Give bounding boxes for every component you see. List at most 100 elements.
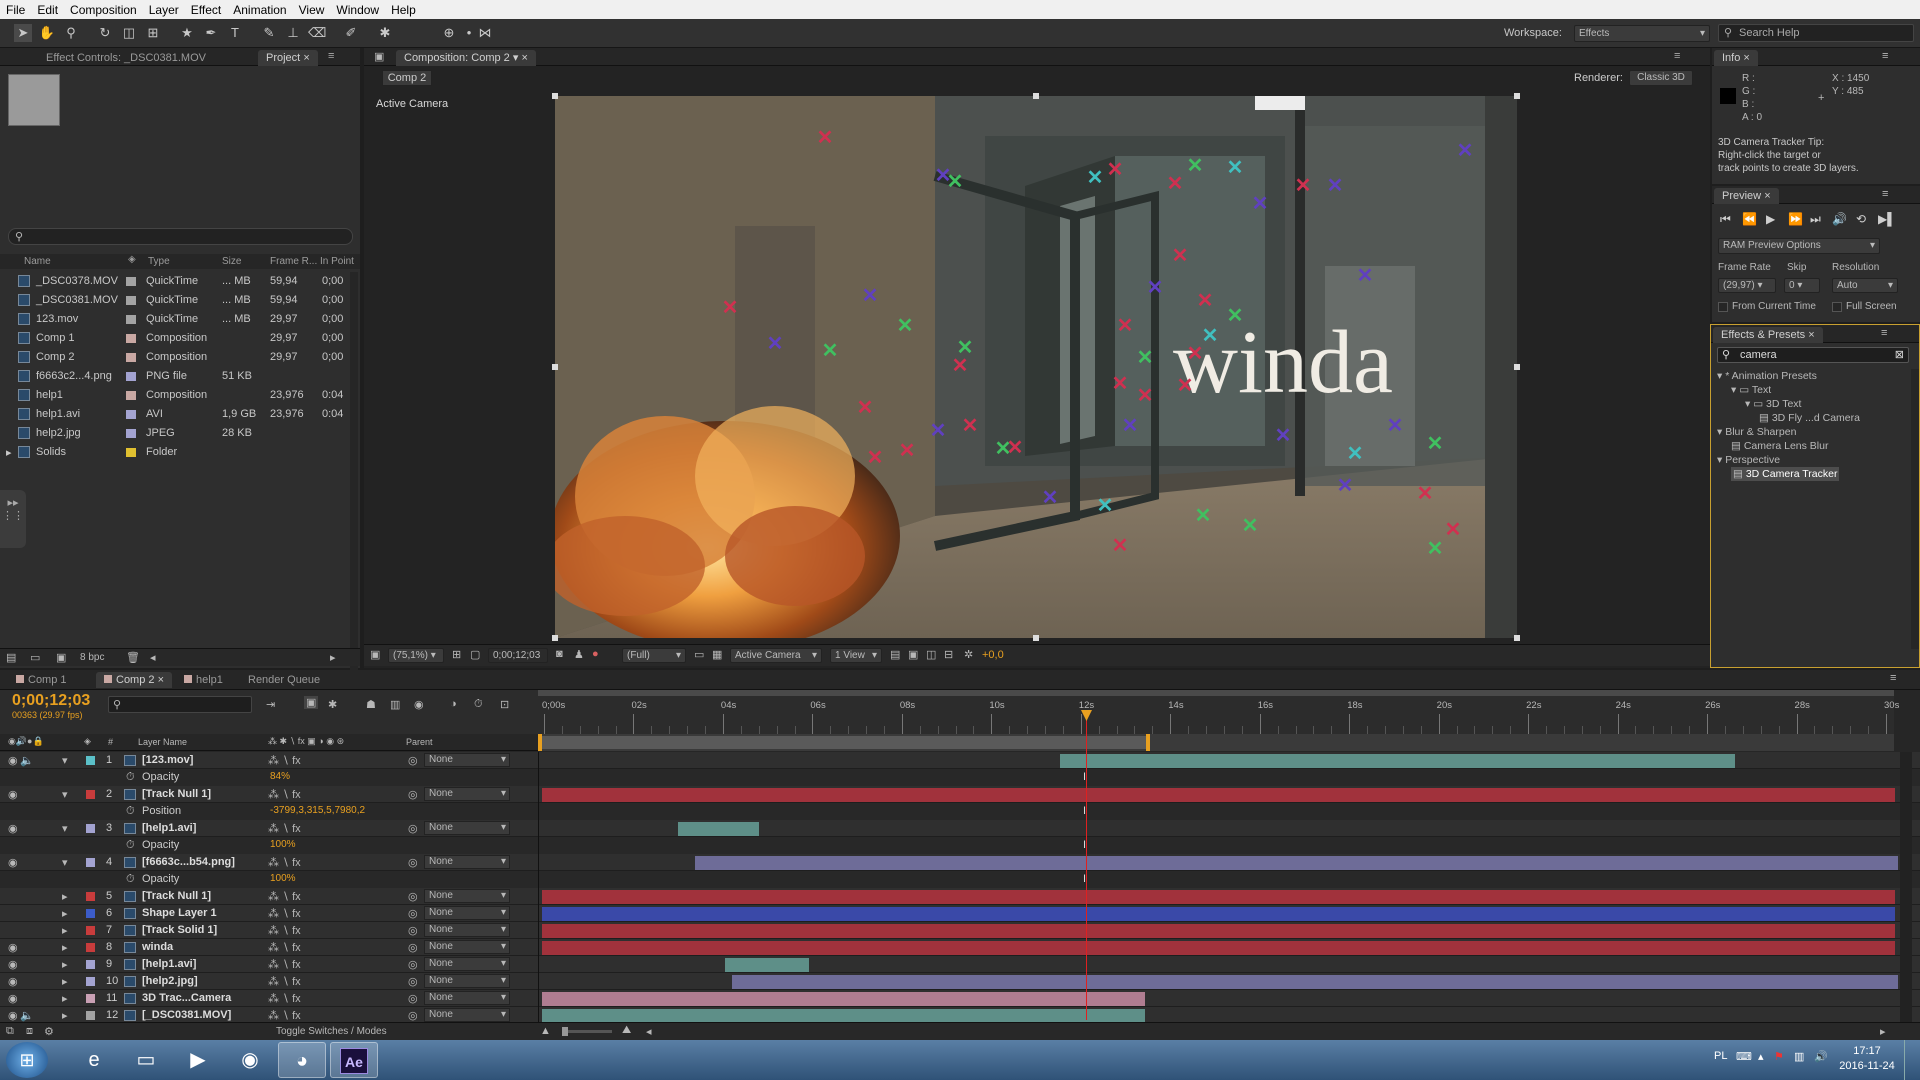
column-number[interactable]: # [108, 737, 113, 747]
disclosure-triangle-icon[interactable]: ▾ [1717, 454, 1725, 466]
label-color-swatch[interactable] [126, 448, 136, 457]
menu-animation[interactable]: Animation [227, 3, 292, 17]
menu-edit[interactable]: Edit [31, 3, 64, 17]
eye-icon[interactable]: ◉ [8, 958, 18, 971]
current-time-indicator[interactable] [1086, 710, 1087, 1020]
from-current-time-checkbox[interactable] [1718, 302, 1728, 312]
project-item[interactable]: help2.jpg JPEG 28 KB [0, 424, 340, 443]
label-color-swatch[interactable] [126, 372, 136, 381]
effects-scrollbar[interactable] [1911, 369, 1919, 649]
stopwatch-icon[interactable]: ⏱ [126, 873, 135, 886]
exposure-value[interactable]: +0,0 [982, 649, 1004, 661]
zoom-slider-thumb[interactable] [562, 1027, 568, 1036]
track-point-marker[interactable]: ✕ [855, 398, 875, 418]
property-value[interactable]: 84% [270, 771, 290, 782]
collapse-arrow-icon[interactable]: ▸ [62, 1009, 68, 1022]
track-point-marker[interactable]: ✕ [1170, 246, 1190, 266]
close-icon[interactable]: × [1764, 190, 1770, 202]
graph-editor-icon[interactable]: ◑ [450, 698, 457, 710]
track-point-marker[interactable]: ✕ [1110, 536, 1130, 556]
handle-bottom-right[interactable] [1514, 635, 1520, 641]
project-item[interactable]: help1 Composition 23,976 0:04 [0, 386, 343, 405]
action-center-icon[interactable]: ⚑ [1774, 1050, 1784, 1063]
layer-name[interactable]: [f6663c...b54.png] [142, 856, 235, 868]
track-point-marker[interactable]: ✕ [1185, 156, 1205, 176]
collapse-arrow-icon[interactable]: ▸ [62, 992, 68, 1005]
layer-name[interactable]: [help2.jpg] [142, 975, 198, 987]
layer-switch-icons[interactable]: ⁂ ∖ fx [268, 975, 301, 988]
expand-arrow-icon[interactable]: ▾ [62, 856, 68, 869]
label-column-icon[interactable]: ◈ [84, 736, 91, 747]
last-frame-icon[interactable]: ⏭ [1810, 212, 1821, 227]
parent-pickwhip-icon[interactable]: ◎ [408, 941, 418, 954]
track-point-marker[interactable]: ✕ [928, 421, 948, 441]
project-item[interactable]: _DSC0378.MOV QuickTime ... MB 59,94 0;00 [0, 272, 343, 291]
label-color-swatch[interactable] [86, 824, 95, 833]
brush-tool-icon[interactable]: ✎ [260, 24, 278, 42]
eye-icon[interactable]: ◉ [8, 1009, 18, 1022]
mask-visibility-icon[interactable]: ▢ [470, 648, 480, 661]
motion-blur-icon[interactable]: ◉ [414, 698, 424, 711]
parent-select[interactable]: None ▾ [424, 923, 510, 937]
puppet-tool-icon[interactable]: ✱ [376, 24, 394, 42]
project-item[interactable]: Comp 2 Composition 29,97 0;00 [0, 348, 343, 367]
layer-name[interactable]: [help1.avi] [142, 822, 196, 834]
project-item[interactable]: ▸ Solids Folder [0, 443, 340, 462]
scroll-left-icon[interactable]: ◂ [150, 651, 156, 664]
collapse-arrow-icon[interactable]: ▸ [62, 975, 68, 988]
track-point-marker[interactable]: ✕ [815, 128, 835, 148]
label-color-swatch[interactable] [86, 926, 95, 935]
align-icon[interactable]: ⋈ [476, 24, 494, 42]
brainstorm-icon[interactable]: ⏱ [474, 698, 483, 711]
parent-select[interactable]: None ▾ [424, 821, 510, 835]
layer-switch-icons[interactable]: ⁂ ∖ fx [268, 856, 301, 869]
parent-select[interactable]: None ▾ [424, 753, 510, 767]
exposure-reset-icon[interactable]: ✲ [964, 648, 973, 661]
menu-view[interactable]: View [293, 3, 331, 17]
project-item[interactable]: Comp 1 Composition 29,97 0;00 [0, 329, 343, 348]
parent-select[interactable]: None ▾ [424, 974, 510, 988]
volume-icon[interactable]: 🔊 [1814, 1050, 1828, 1063]
label-color-swatch[interactable] [126, 410, 136, 419]
disclosure-triangle-icon[interactable]: ▾ [1717, 370, 1725, 382]
view-layout-select[interactable]: 1 View ▾ [830, 648, 882, 663]
full-screen-checkbox[interactable] [1832, 302, 1842, 312]
handle-bottom[interactable] [1033, 635, 1039, 641]
parent-pickwhip-icon[interactable]: ◎ [408, 1009, 418, 1022]
shape-tool-icon[interactable]: ★ [178, 24, 196, 42]
snapshot-icon[interactable]: ◙ [556, 648, 563, 660]
column-in-point[interactable]: In Point [320, 256, 354, 267]
keyboard-icon[interactable]: ⌨ [1736, 1050, 1752, 1063]
close-icon[interactable]: × [158, 674, 164, 686]
timeline-tab[interactable]: Render Queue [240, 672, 328, 688]
layer-duration-bar[interactable] [1059, 754, 1736, 768]
zoom-tool-icon[interactable]: ⚲ [62, 24, 80, 42]
layer-switches-toggle-icon[interactable]: ⧉ [6, 1025, 14, 1038]
collapse-arrow-icon[interactable]: ▸ [62, 890, 68, 903]
track-point-marker[interactable]: ✕ [1005, 438, 1025, 458]
shy-icon[interactable]: ☗ [366, 698, 376, 711]
layer-duration-bar[interactable] [542, 941, 1896, 955]
effects-tree-item[interactable]: ▾ * Animation Presets [1717, 369, 1817, 383]
loop-icon[interactable]: ⟲ [1856, 212, 1866, 226]
layer-switch-icons[interactable]: ⁂ ∖ fx [268, 788, 301, 801]
property-value[interactable]: 100% [270, 873, 296, 884]
layer-switch-icons[interactable]: ⁂ ∖ fx [268, 941, 301, 954]
track-point-marker[interactable]: ✕ [1085, 168, 1105, 188]
scroll-right-icon[interactable]: ▸ [1880, 1025, 1886, 1038]
track-point-marker[interactable]: ✕ [1240, 516, 1260, 536]
layer-name[interactable]: Shape Layer 1 [142, 907, 217, 919]
label-color-swatch[interactable] [86, 858, 95, 867]
fast-previews-icon[interactable]: ▣ [908, 648, 918, 661]
work-area-end-handle[interactable] [1146, 734, 1150, 751]
label-color-swatch[interactable] [86, 977, 95, 986]
parent-pickwhip-icon[interactable]: ◎ [408, 924, 418, 937]
comp-mini-flowchart-icon[interactable]: ⇥ [266, 698, 275, 711]
current-time-display[interactable]: 0;00;12;03 [488, 648, 548, 663]
network-icon[interactable]: ▥ [1794, 1050, 1804, 1063]
switches-icons[interactable]: ⁂ ✱ ∖ fx ▣ ◑ ◉ ⊛ [268, 736, 344, 747]
label-color-swatch[interactable] [126, 277, 136, 286]
show-hidden-icons-icon[interactable]: ▴ [1758, 1050, 1764, 1063]
panel-menu-icon[interactable]: ≡ [328, 50, 334, 62]
timeline-tab[interactable]: Comp 1 [8, 672, 75, 688]
